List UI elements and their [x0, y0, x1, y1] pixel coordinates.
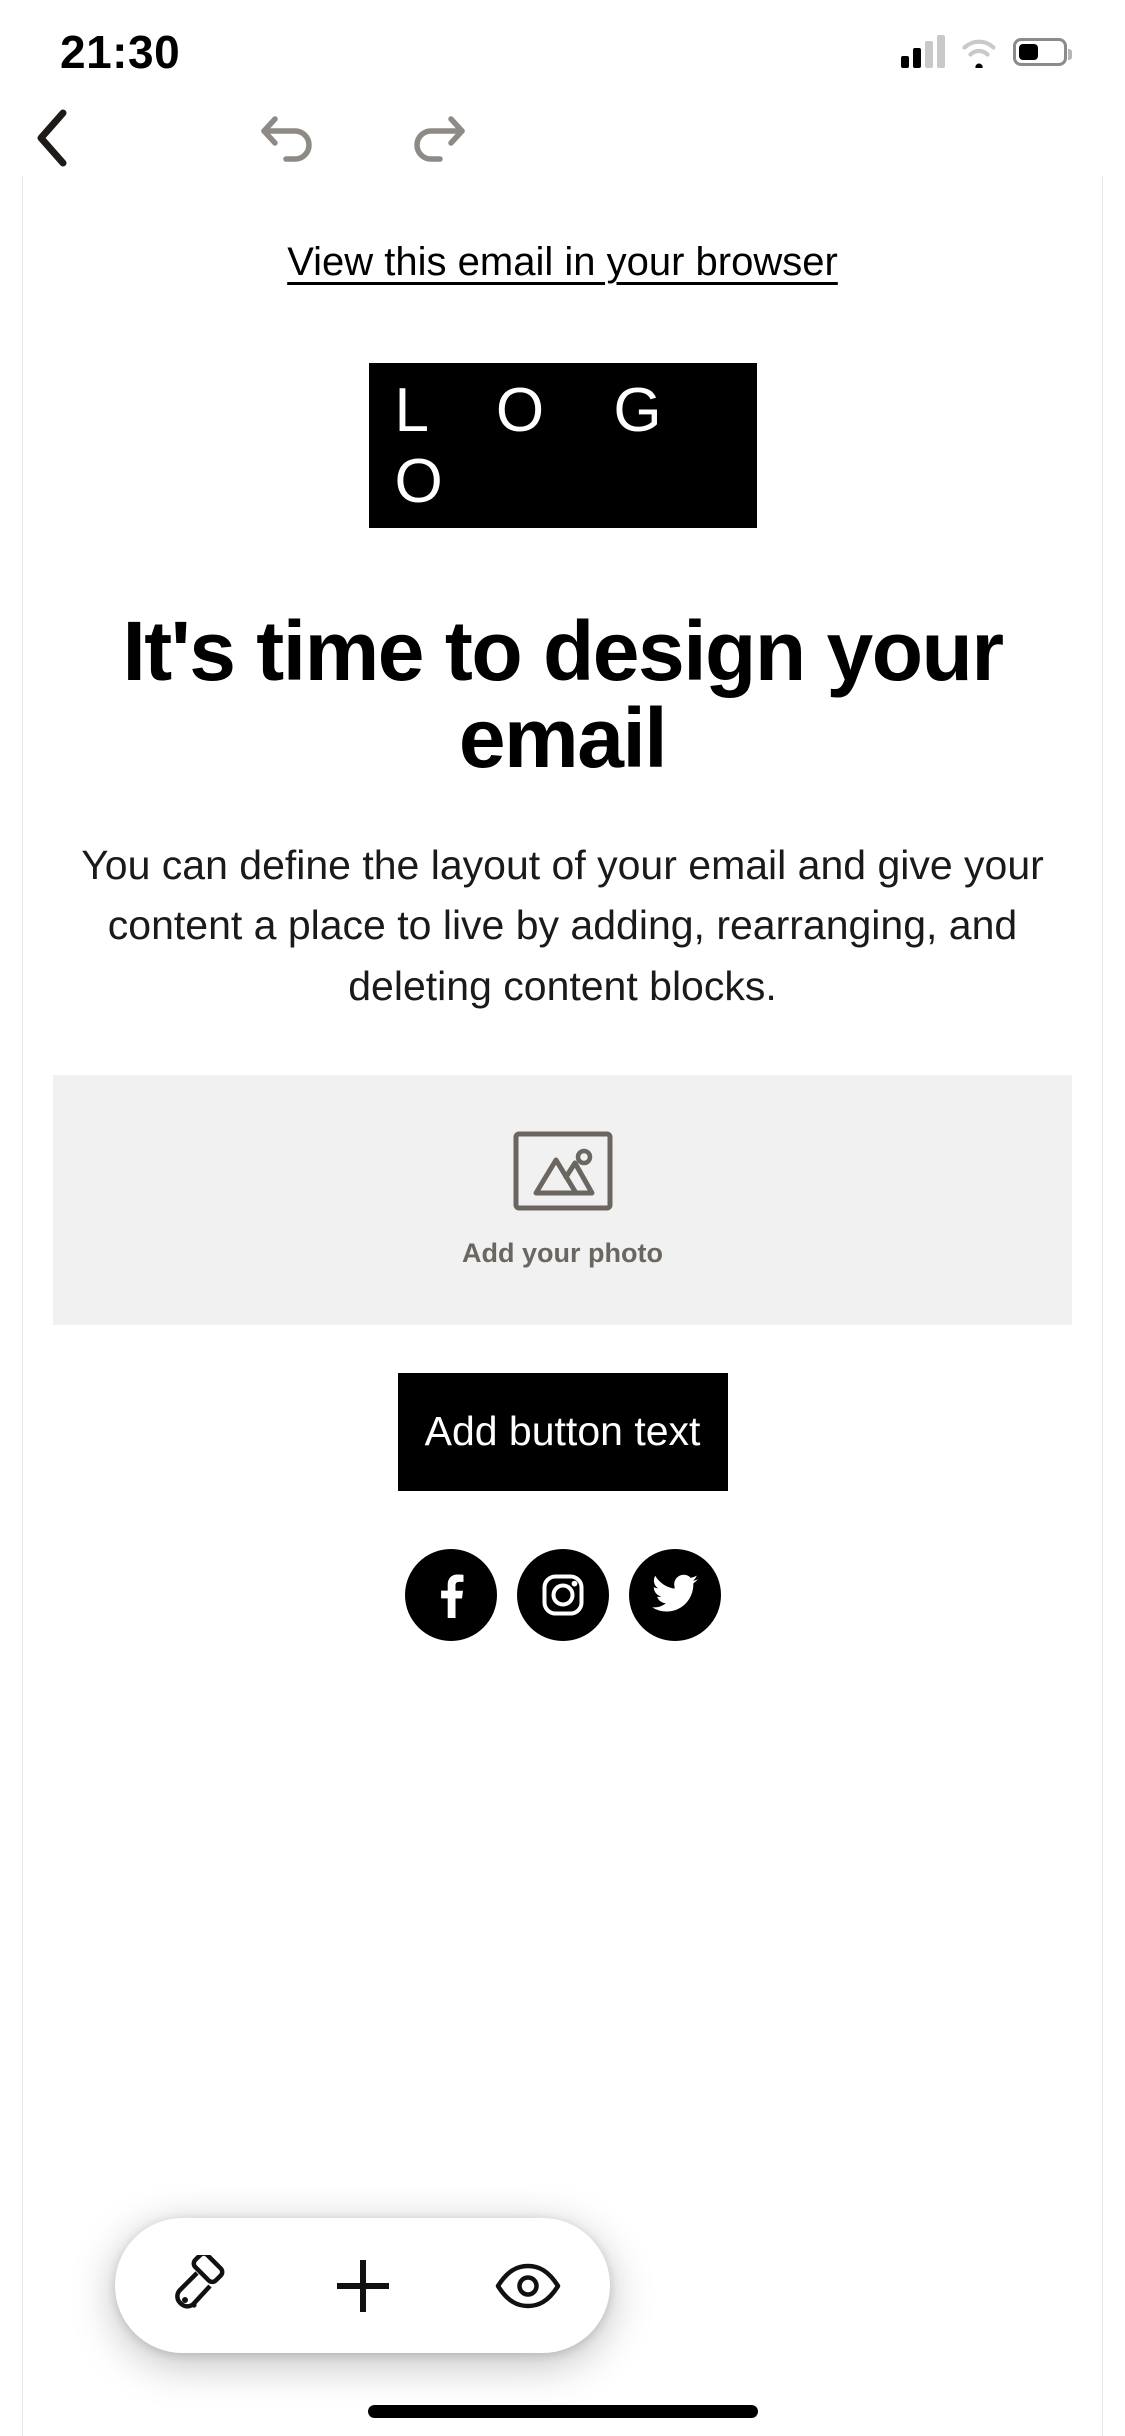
- email-canvas[interactable]: View this email in your browser L O G O …: [22, 176, 1103, 2436]
- add-block-button[interactable]: [308, 2231, 418, 2341]
- twitter-icon: [651, 1574, 698, 1612]
- image-placeholder-icon: [513, 1131, 612, 1211]
- status-time: 21:30: [60, 26, 181, 78]
- plus-icon: [336, 2259, 389, 2312]
- back-button[interactable]: [12, 98, 92, 178]
- chevron-left-icon: [37, 109, 67, 167]
- floating-editor-toolbar: [115, 2218, 610, 2353]
- photo-placeholder-label: Add your photo: [462, 1238, 663, 1269]
- browser-link-block: View this email in your browser: [23, 176, 1102, 285]
- photo-placeholder-block[interactable]: Add your photo: [53, 1074, 1072, 1325]
- wifi-icon: [962, 39, 996, 68]
- status-bar: 21:30: [0, 0, 1125, 96]
- style-button[interactable]: [143, 2231, 253, 2341]
- cta-block: Add button text: [23, 1372, 1102, 1491]
- view-in-browser-link[interactable]: View this email in your browser: [287, 240, 838, 284]
- undo-arrow-icon: [261, 116, 312, 162]
- cellular-signal-icon: [901, 35, 945, 68]
- instagram-icon: [542, 1574, 583, 1616]
- email-headline[interactable]: It's time to design your email: [61, 607, 1064, 783]
- editor-nav-bar: [0, 96, 1125, 176]
- facebook-link[interactable]: [404, 1548, 497, 1641]
- add-button-text-button[interactable]: Add button text: [397, 1372, 728, 1491]
- status-indicators: [901, 35, 1072, 68]
- logo-text: L O G O: [394, 375, 688, 516]
- eye-icon: [495, 2263, 560, 2308]
- email-body-text[interactable]: You can define the layout of your email …: [67, 835, 1058, 1017]
- paint-roller-icon: [174, 2254, 224, 2309]
- home-indicator: [367, 2405, 758, 2418]
- preview-button[interactable]: [473, 2231, 583, 2341]
- facebook-icon: [440, 1574, 463, 1618]
- instagram-link[interactable]: [516, 1548, 609, 1641]
- battery-icon: [1013, 38, 1072, 66]
- redo-button[interactable]: [396, 98, 476, 178]
- twitter-link[interactable]: [628, 1548, 721, 1641]
- redo-arrow-icon: [414, 116, 465, 162]
- undo-button[interactable]: [250, 98, 330, 178]
- logo-block[interactable]: L O G O: [368, 363, 757, 528]
- social-links-row: [23, 1548, 1102, 1641]
